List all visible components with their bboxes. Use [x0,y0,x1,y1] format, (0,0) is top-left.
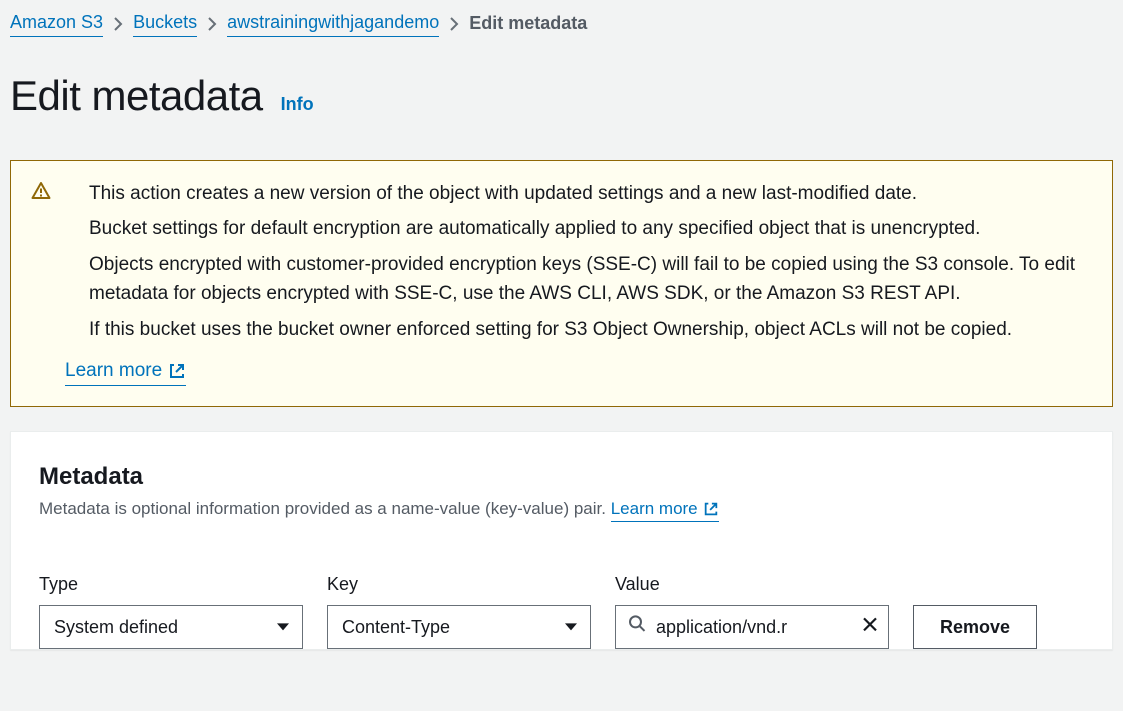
type-field: Type System defined [39,572,303,649]
chevron-right-icon [207,16,217,32]
chevron-right-icon [449,16,459,32]
metadata-heading: Metadata [39,460,1084,494]
breadcrumb-current: Edit metadata [469,11,587,36]
value-input-wrapper [615,605,889,649]
alert-item: This action creates a new version of the… [89,179,1092,208]
breadcrumb-link-bucket-name[interactable]: awstrainingwithjagandemo [227,10,439,37]
learn-more-label: Learn more [65,358,162,385]
metadata-panel: Metadata Metadata is optional informatio… [10,431,1113,651]
key-select-value: Content-Type [342,615,450,640]
value-input[interactable] [656,617,852,638]
info-link[interactable]: Info [281,92,314,117]
key-select[interactable]: Content-Type [327,605,591,649]
learn-more-label: Learn more [611,497,698,521]
breadcrumb-link-s3[interactable]: Amazon S3 [10,10,103,37]
external-link-icon [703,501,719,517]
value-label: Value [615,572,889,597]
alert-item: If this bucket uses the bucket owner enf… [89,315,1092,344]
warning-alert: This action creates a new version of the… [10,160,1113,407]
alert-item: Objects encrypted with customer-provided… [89,250,1092,309]
chevron-down-icon [276,615,290,640]
chevron-down-icon [564,615,578,640]
page-title: Edit metadata [10,67,263,126]
value-field: Value [615,572,889,649]
search-icon [628,615,646,640]
key-field: Key Content-Type [327,572,591,649]
learn-more-link[interactable]: Learn more [65,358,186,386]
metadata-row: Type System defined Key Content-Type Val… [39,572,1084,649]
chevron-right-icon [113,16,123,32]
external-link-icon [168,362,186,380]
type-label: Type [39,572,303,597]
warning-icon [31,181,51,386]
alert-list: This action creates a new version of the… [65,179,1092,344]
breadcrumb-link-buckets[interactable]: Buckets [133,10,197,37]
type-select[interactable]: System defined [39,605,303,649]
key-label: Key [327,572,591,597]
metadata-learn-more-link[interactable]: Learn more [611,497,719,522]
alert-content: This action creates a new version of the… [65,179,1092,386]
type-select-value: System defined [54,615,178,640]
alert-item: Bucket settings for default encryption a… [89,214,1092,243]
metadata-description: Metadata is optional information provide… [39,497,1084,522]
clear-icon[interactable] [862,615,878,640]
remove-button[interactable]: Remove [913,605,1037,649]
page-heading: Edit metadata Info [10,67,1113,126]
breadcrumb: Amazon S3 Buckets awstrainingwithjagande… [10,10,1113,37]
metadata-description-text: Metadata is optional information provide… [39,499,611,518]
